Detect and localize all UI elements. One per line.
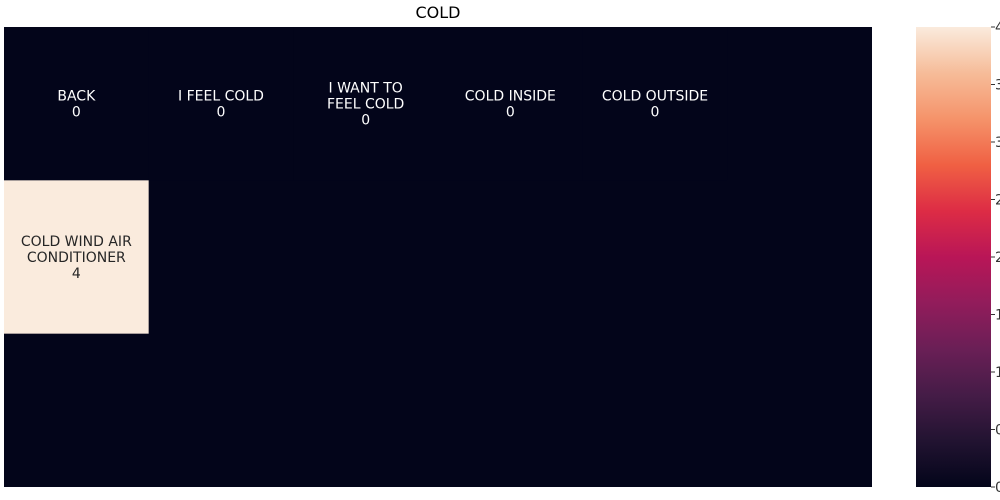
colorbar-tick-label: 0.5 <box>995 423 1000 439</box>
colorbar <box>916 27 991 487</box>
heatmap-cells <box>4 27 872 487</box>
colorbar-tick-label: 3.0 <box>995 135 1000 151</box>
colorbar-tick-label: 2.5 <box>995 193 1000 209</box>
colorbar-tick-label: 1.0 <box>995 365 1000 381</box>
chart-title: COLD <box>416 3 461 22</box>
colorbar-tick-label: 1.5 <box>995 308 1000 324</box>
colorbar-tick-label: 3.5 <box>995 78 1000 94</box>
colorbar-ticks: 0.0 0.5 1.0 1.5 2.0 2.5 3.0 3.5 4.0 <box>991 20 1000 496</box>
heatmap-chart: COLD BACK 0I FEEL COLD 0I WANT TO FEEL COLD… <box>4 3 1000 496</box>
colorbar-tick-label: 0.0 <box>995 480 1000 496</box>
colorbar-tick-label: 4.0 <box>995 20 1000 36</box>
colorbar-tick-label: 2.0 <box>995 250 1000 266</box>
